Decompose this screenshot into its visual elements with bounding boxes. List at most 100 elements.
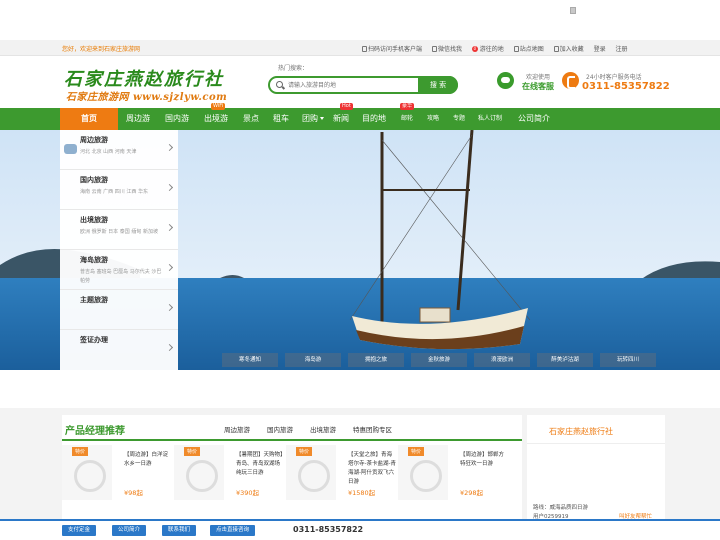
top-blank-area <box>0 0 720 40</box>
nav-item-scenic[interactable]: 景点 <box>243 108 259 130</box>
product-price: ¥1580起 <box>348 489 376 497</box>
category-title: 周边旅游 <box>80 136 108 144</box>
chevron-right-icon <box>165 263 174 272</box>
product-card[interactable]: 特价 【周边游】邯郸方特狂欢一日游 ¥298起 <box>398 445 508 525</box>
phone-icon <box>362 46 367 52</box>
category-item-visa[interactable]: 签证办理 <box>60 330 178 370</box>
product-tab[interactable]: 出境旅游 <box>310 424 336 434</box>
hot-badge: Hot <box>340 103 353 110</box>
search-input[interactable] <box>288 80 418 91</box>
destinations-link[interactable]: 0 游往的地 <box>471 46 504 53</box>
consult-button[interactable]: 点击直接咨询 <box>210 525 256 536</box>
nav-item-guide[interactable]: 攻略 <box>427 108 439 130</box>
search-icon <box>276 81 283 88</box>
register-link[interactable]: 注册 <box>616 46 628 53</box>
broken-image-icon <box>570 7 576 14</box>
sitemap-link[interactable]: 站点地图 <box>513 46 544 53</box>
phone-icon <box>562 72 579 89</box>
product-tab[interactable]: 周边旅游 <box>224 424 250 434</box>
nav-item-outbound[interactable]: 出境游 <box>204 108 228 130</box>
hot-search-label: 热门搜索： <box>278 65 309 72</box>
nav-item-group-buy[interactable]: 团购 <box>302 108 324 130</box>
category-sub: 河北 北京 山西 河南 天津 <box>80 149 137 155</box>
chevron-right-icon <box>165 143 174 152</box>
search-box: 搜 索 <box>268 76 458 94</box>
banner-tab[interactable]: 拥抱之旅 <box>348 353 404 367</box>
product-card[interactable]: 特价 【暑期团】天购物】青岛、青岛双湖场纯玩三日游 ¥390起 <box>174 445 284 525</box>
sitemap-icon <box>513 46 519 52</box>
product-card[interactable]: 特价 【天堂之旅】青海塔尔寺-茶卡盐湖-青海湖-阿什贡双飞六日游 ¥1580起 <box>286 445 396 525</box>
nav-item-topic[interactable]: 专题 <box>453 108 465 130</box>
search-button[interactable]: 搜 索 <box>418 76 458 94</box>
chat-icon[interactable] <box>497 72 514 89</box>
product-name[interactable]: 【暑期团】天购物】青岛、青岛双湖场纯玩三日游 <box>236 451 284 478</box>
nav-item-domestic[interactable]: 国内游 <box>165 108 189 130</box>
category-sidebar: 周边旅游 河北 北京 山西 河南 天津 国内旅游 海南 云南 广西 四川 江西 … <box>60 130 178 370</box>
category-item-nearby[interactable]: 周边旅游 河北 北京 山西 河南 天津 <box>60 130 178 170</box>
nav-group-buy-label: 团购 <box>302 114 318 123</box>
category-item-outbound[interactable]: 出境旅游 欧洲 俄罗斯 日本 泰国 缅甸 新加坡 <box>60 210 178 250</box>
top-links: 扫码访问手机客户端 微信找我 0 游往的地 站点地图 加入收藏 登录 注册 <box>362 44 636 53</box>
main-nav: 首页 周边游 国内游 出境游 WiFi 景点 租车 团购 新闻 Hot 目的地 … <box>0 103 720 130</box>
section-heading: 产品经理推荐 <box>65 426 125 437</box>
pay-deposit-button[interactable]: 支付定金 <box>62 525 97 536</box>
banner-tab[interactable]: 寒冬通知 <box>222 353 278 367</box>
nav-item-car-rental[interactable]: 租车 <box>273 108 289 130</box>
banner-tab[interactable]: 海岛游 <box>285 353 341 367</box>
category-sub: 普吉岛 塞班岛 巴厘岛 马尔代夫 沙巴 帕劳 <box>80 269 162 284</box>
nav-item-nearby[interactable]: 周边游 <box>126 108 150 130</box>
category-sub: 海南 云南 广西 四川 江西 华东 <box>80 189 148 195</box>
banner-tab[interactable]: 浪漫欧洲 <box>474 353 530 367</box>
category-item-island[interactable]: 海岛旅游 普吉岛 塞班岛 巴厘岛 马尔代夫 沙巴 帕劳 <box>60 250 178 290</box>
agency-name: 石家庄燕赵旅行社 <box>549 427 613 436</box>
category-title: 国内旅游 <box>80 176 108 184</box>
favorite-link[interactable]: 加入收藏 <box>553 46 584 53</box>
company-intro-button[interactable]: 公司简介 <box>112 525 147 536</box>
category-title: 海岛旅游 <box>80 256 108 264</box>
special-tag: 特价 <box>408 447 425 456</box>
special-tag: 特价 <box>296 447 313 456</box>
category-item-domestic[interactable]: 国内旅游 海南 云南 广西 四川 江西 华东 <box>60 170 178 210</box>
agency-route: 路线：威海品质四日游 <box>533 505 589 511</box>
product-name[interactable]: 【天堂之旅】青海塔尔寺-茶卡盐湖-青海湖-阿什贡双飞六日游 <box>348 451 396 487</box>
product-panel: 产品经理推荐 周边旅游 国内旅游 出境旅游 特惠团购专区 特价 【周边游】白洋淀… <box>62 415 522 535</box>
heading-underline <box>62 439 522 441</box>
nav-item-destination[interactable]: 目的地 <box>362 108 386 130</box>
chevron-down-icon <box>320 117 324 120</box>
wechat-link[interactable]: 微信找我 <box>431 46 462 53</box>
chevron-right-icon <box>165 183 174 192</box>
divider <box>527 443 665 444</box>
banner-tab[interactable]: 玩转四川 <box>600 353 656 367</box>
product-price: ¥298起 <box>460 489 484 497</box>
product-price: ¥98起 <box>124 489 143 497</box>
chevron-right-icon <box>165 343 174 352</box>
contact-us-button[interactable]: 联系我们 <box>162 525 197 536</box>
product-tab[interactable]: 特惠团购专区 <box>353 424 392 434</box>
product-card[interactable]: 特价 【周边游】白洋淀水乡一日游 ¥98起 <box>62 445 172 525</box>
online-service-link[interactable]: 在线客服 <box>522 81 554 92</box>
chevron-right-icon <box>165 223 174 232</box>
banner-tabs: 寒冬通知 海岛游 拥抱之旅 金秋旅游 浪漫欧洲 醉美泸沽湖 玩转四川 <box>222 353 660 367</box>
header: 石家庄燕赵旅行社 石家庄旅游网 www.sjzlyw.com 热门搜索： 搜 索… <box>0 57 720 107</box>
nav-item-custom[interactable]: 私人订制 <box>478 108 502 130</box>
bottom-fixed-bar: 支付定金 公司简介 联系我们 点击直接咨询 0311-85357822 <box>0 519 720 540</box>
tel-title: 24小时客户服务电话 <box>586 74 642 81</box>
category-title: 主题旅游 <box>80 296 108 304</box>
nav-item-cruise[interactable]: 邮轮 <box>401 108 413 130</box>
nav-item-about[interactable]: 公司简介 <box>518 108 550 130</box>
product-price: ¥390起 <box>236 489 260 497</box>
favorite-icon <box>553 46 559 52</box>
luxury-badge: 豪华 <box>400 103 415 110</box>
banner-tab[interactable]: 金秋旅游 <box>411 353 467 367</box>
login-link[interactable]: 登录 <box>594 46 606 53</box>
product-name[interactable]: 【周边游】白洋淀水乡一日游 <box>124 451 172 469</box>
nav-item-news[interactable]: 新闻 <box>333 108 349 130</box>
mobile-client-link[interactable]: 扫码访问手机客户端 <box>362 46 422 53</box>
nav-home[interactable]: 首页 <box>60 108 118 130</box>
category-item-theme[interactable]: 主题旅游 <box>60 290 178 330</box>
top-bar: 您好，欢迎来到石家庄旅游网 扫码访问手机客户端 微信找我 0 游往的地 站点地图… <box>0 40 720 56</box>
product-tab[interactable]: 国内旅游 <box>267 424 293 434</box>
product-name[interactable]: 【周边游】邯郸方特狂欢一日游 <box>460 451 508 469</box>
banner-tab[interactable]: 醉美泸沽湖 <box>537 353 593 367</box>
logo-sub[interactable]: 石家庄旅游网 www.sjzlyw.com <box>66 88 227 103</box>
